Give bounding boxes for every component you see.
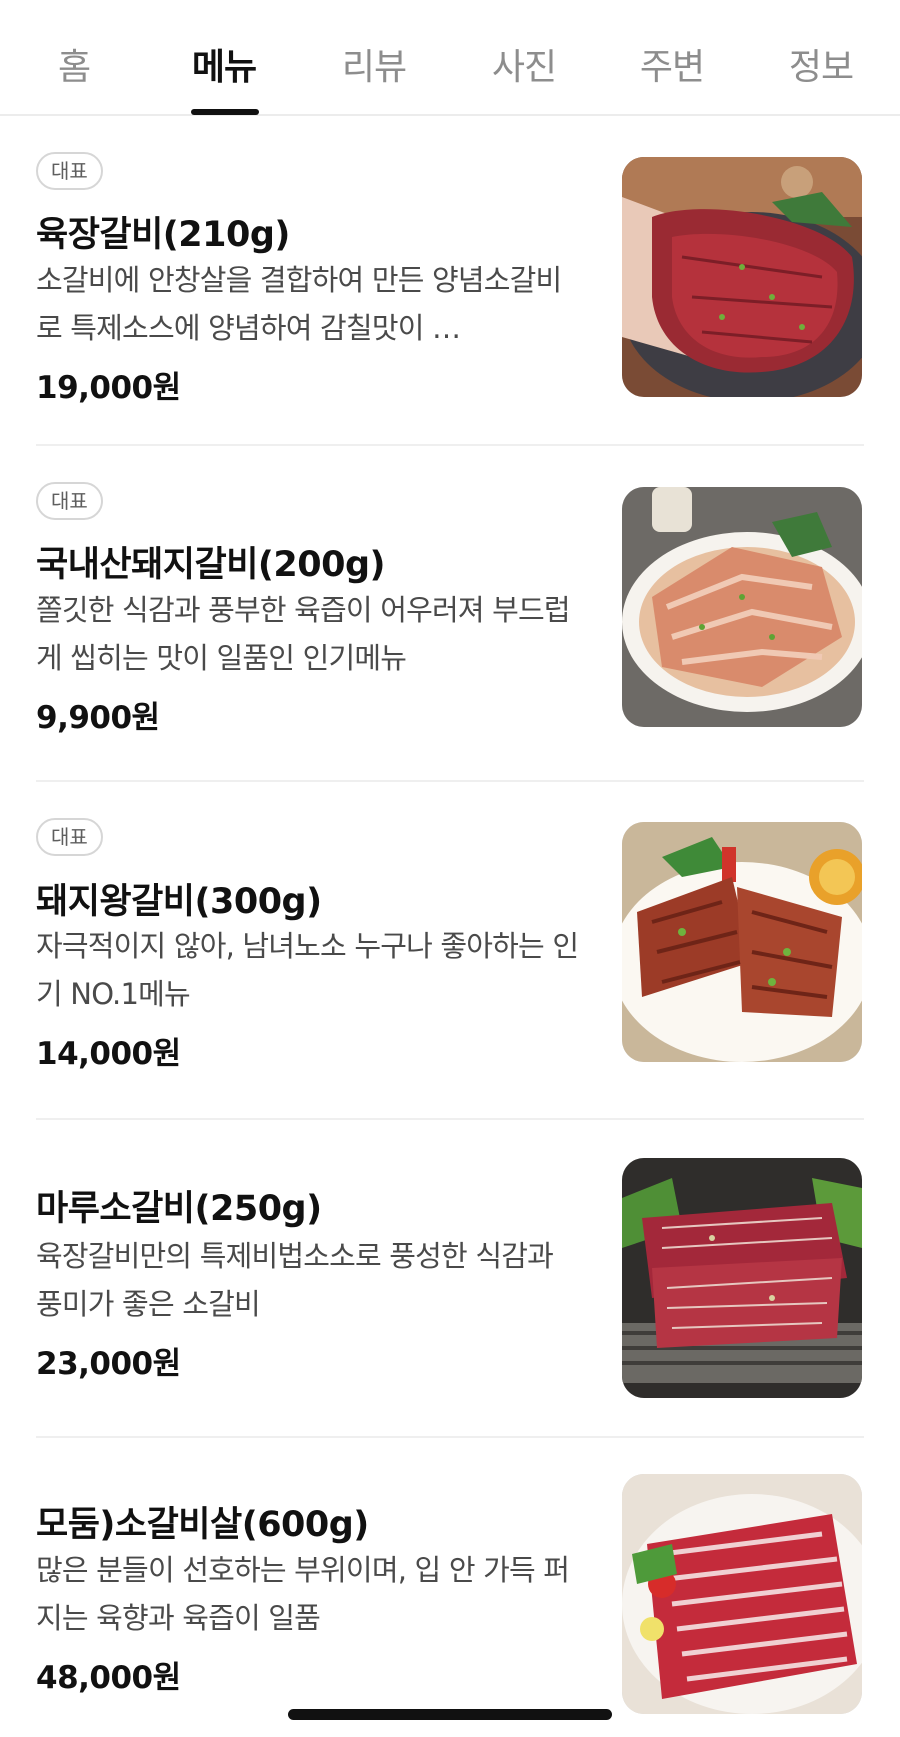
tab-photos[interactable]: 사진 bbox=[464, 38, 584, 90]
tab-reviews[interactable]: 리뷰 bbox=[314, 38, 434, 90]
menu-item[interactable]: 대표 국내산돼지갈비(200g) 쫄깃한 식감과 풍부한 육즙이 어우러져 부드… bbox=[0, 446, 900, 782]
menu-item-price: 9,900원 bbox=[36, 700, 160, 736]
menu-item-description: 육장갈비만의 특제비법소소로 풍성한 식감과 풍미가 좋은 소갈비 bbox=[36, 1239, 554, 1321]
menu-list: 대표 육장갈비(210g) 소갈비에 안창살을 결합하여 만든 양념소갈비로 특… bbox=[0, 118, 900, 1737]
menu-item[interactable]: 마루소갈비(250g) 육장갈비만의 특제비법소소로 풍성한 식감과 풍미가 좋… bbox=[0, 1120, 900, 1438]
menu-item-price: 48,000원 bbox=[36, 1660, 181, 1696]
tab-home[interactable]: 홈 bbox=[14, 38, 134, 90]
menu-item-description: 쫄깃한 식감과 풍부한 육즙이 어우러져 부드럽게 씹히는 맛이 일품인 인기메… bbox=[36, 593, 571, 675]
menu-item-name: 모둠)소갈비살(600g) bbox=[36, 1505, 369, 1545]
menu-item[interactable]: 대표 돼지왕갈비(300g) 자극적이지 않아, 남녀노소 누구나 좋아하는 인… bbox=[0, 782, 900, 1120]
tab-nearby[interactable]: 주변 bbox=[612, 38, 732, 90]
menu-item-photo[interactable] bbox=[622, 487, 862, 727]
signature-badge: 대표 bbox=[36, 818, 103, 856]
menu-item-price: 19,000원 bbox=[36, 370, 181, 406]
signature-badge: 대표 bbox=[36, 152, 103, 190]
menu-item-name: 국내산돼지갈비(200g) bbox=[36, 545, 386, 585]
menu-item-photo[interactable] bbox=[622, 1474, 862, 1714]
menu-item-photo[interactable] bbox=[622, 1158, 862, 1398]
menu-item-name: 마루소갈비(250g) bbox=[36, 1189, 322, 1229]
menu-item-photo[interactable] bbox=[622, 157, 862, 397]
menu-item-photo[interactable] bbox=[622, 822, 862, 1062]
home-indicator[interactable] bbox=[288, 1709, 612, 1720]
menu-item-price: 23,000원 bbox=[36, 1346, 181, 1382]
tab-menu[interactable]: 메뉴 bbox=[164, 38, 284, 90]
tab-info[interactable]: 정보 bbox=[761, 38, 881, 90]
menu-item-name: 돼지왕갈비(300g) bbox=[36, 882, 322, 922]
menu-item-description: 소갈비에 안창살을 결합하여 만든 양념소갈비로 특제소스에 양념하여 감칠맛이… bbox=[36, 263, 562, 345]
signature-badge: 대표 bbox=[36, 482, 103, 520]
menu-tab-bar: 홈 메뉴 리뷰 사진 주변 정보 bbox=[0, 0, 900, 116]
menu-item-name: 육장갈비(210g) bbox=[36, 215, 290, 255]
menu-item-description: 많은 분들이 선호하는 부위이며, 입 안 가득 퍼지는 육향과 육즙이 일품 bbox=[36, 1553, 570, 1635]
menu-item-price: 14,000원 bbox=[36, 1036, 181, 1072]
menu-item-description: 자극적이지 않아, 남녀노소 누구나 좋아하는 인기 NO.1메뉴 bbox=[36, 929, 579, 1011]
active-tab-indicator bbox=[191, 109, 259, 115]
menu-item[interactable]: 모둠)소갈비살(600g) 많은 분들이 선호하는 부위이며, 입 안 가득 퍼… bbox=[0, 1438, 900, 1737]
menu-item[interactable]: 대표 육장갈비(210g) 소갈비에 안창살을 결합하여 만든 양념소갈비로 특… bbox=[0, 118, 900, 446]
